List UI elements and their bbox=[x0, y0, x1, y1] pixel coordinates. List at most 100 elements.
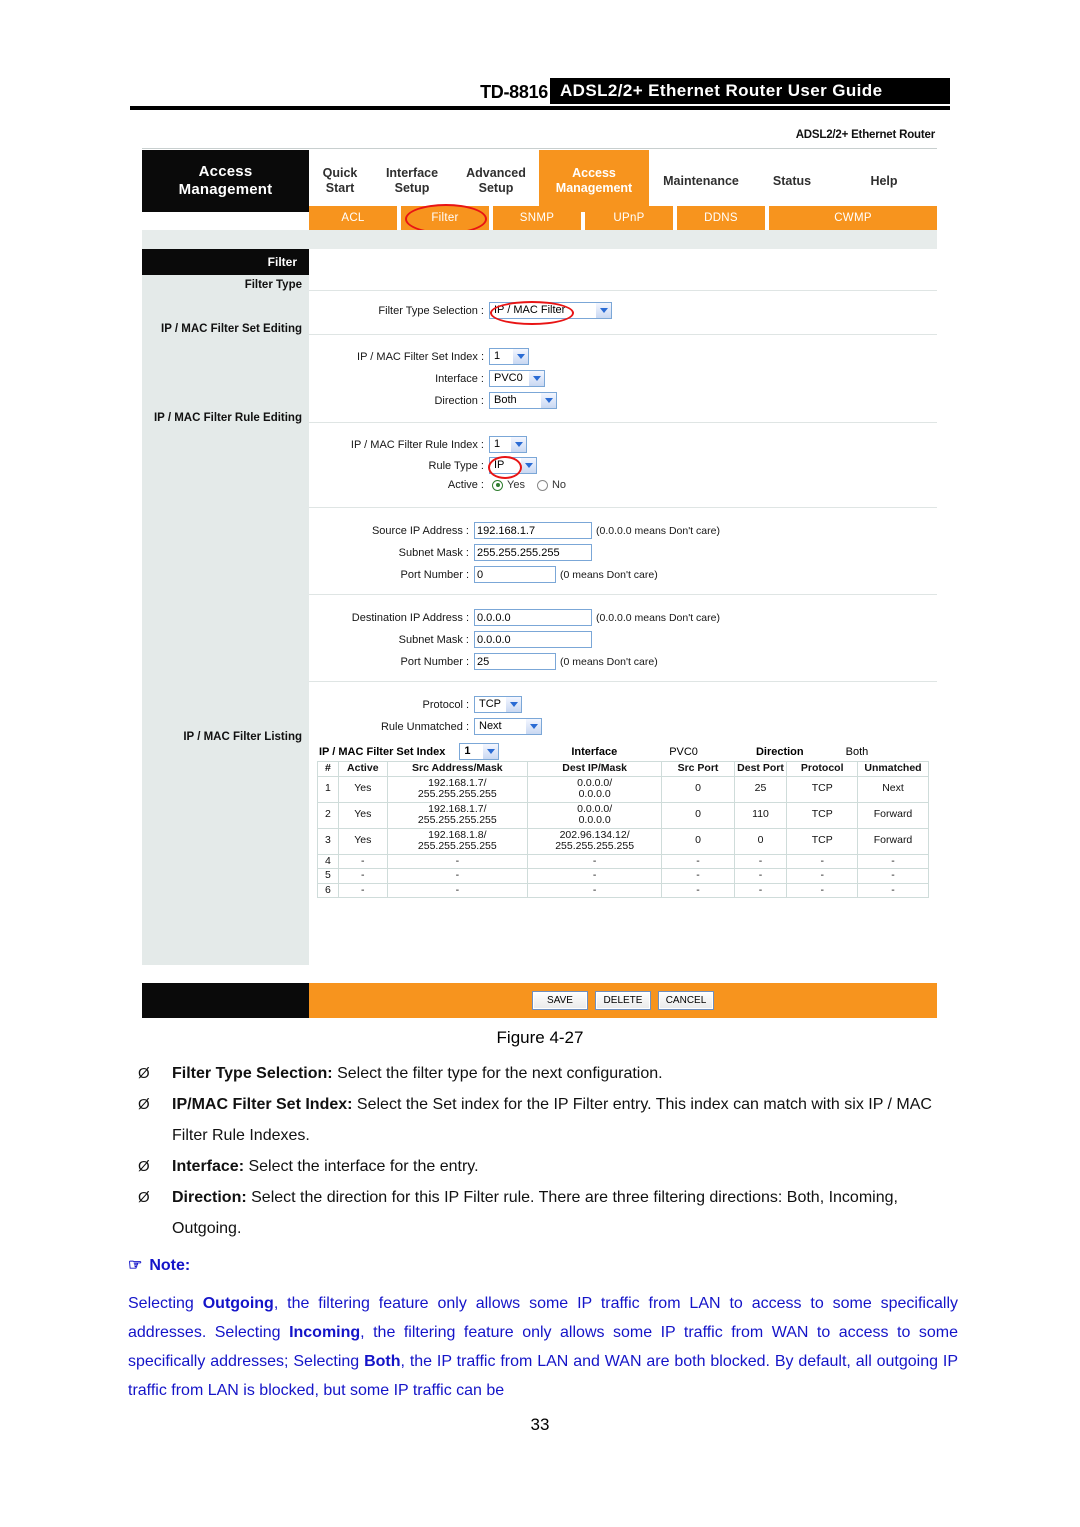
select-set-index-value: 1 bbox=[494, 350, 501, 362]
radio-active-no-label: No bbox=[551, 479, 567, 491]
select-interface[interactable]: PVC0 bbox=[489, 370, 545, 387]
subtab-snmp[interactable]: SNMP bbox=[493, 206, 581, 230]
cell-proto: TCP bbox=[786, 827, 859, 855]
filter-listing-table: # Active Src Address/Mask Dest IP/Mask S… bbox=[317, 761, 929, 898]
cell-proto: - bbox=[786, 868, 859, 884]
tab-advanced-setup[interactable]: Advanced Setup bbox=[453, 150, 539, 212]
select-rule-index[interactable]: 1 bbox=[489, 436, 527, 453]
cell-src: - bbox=[386, 882, 528, 898]
left-label-rule-editing: IP / MAC Filter Rule Editing bbox=[153, 412, 302, 424]
subtab-filter[interactable]: Filter bbox=[401, 206, 489, 230]
radio-active-yes-label: Yes bbox=[507, 479, 525, 491]
row-source-ip: Source IP Address : 192.168.1.7 (0.0.0.0… bbox=[309, 522, 869, 539]
col-dest-port: Dest Port bbox=[733, 761, 788, 777]
ui-footer-black-block bbox=[142, 983, 309, 1018]
ui-nav-row: Access Management Quick Start Interface … bbox=[142, 150, 937, 212]
cell-sport: 0 bbox=[661, 801, 735, 829]
cell-num: 4 bbox=[317, 853, 339, 869]
tab-access-management[interactable]: Access Management bbox=[539, 150, 649, 212]
cell-active: Yes bbox=[337, 775, 388, 803]
cell-active: Yes bbox=[337, 801, 388, 829]
input-dest-port[interactable]: 25 bbox=[474, 653, 556, 670]
cell-sport: 0 bbox=[661, 827, 735, 855]
tab-help[interactable]: Help bbox=[849, 150, 919, 212]
label-rule-unmatched: Rule Unmatched : bbox=[380, 720, 469, 733]
cell-proto: TCP bbox=[786, 801, 859, 829]
select-rule-unmatched-value: Next bbox=[479, 720, 502, 732]
cell-dst: - bbox=[526, 853, 663, 869]
ui-main-nav: Quick Start Interface Setup Advanced Set… bbox=[309, 150, 937, 212]
divider-4 bbox=[309, 507, 937, 508]
input-source-mask[interactable]: 255.255.255.255 bbox=[474, 544, 592, 561]
cell-sport: 0 bbox=[661, 775, 735, 803]
chevron-down-icon bbox=[521, 458, 536, 473]
divider-6 bbox=[309, 681, 937, 682]
select-listing-set-index[interactable]: 1 bbox=[459, 743, 500, 760]
listing-set-index-label: IP / MAC Filter Set Index bbox=[319, 745, 446, 758]
delete-button[interactable]: DELETE bbox=[595, 991, 651, 1010]
select-direction[interactable]: Both bbox=[489, 392, 557, 409]
cell-num: 2 bbox=[317, 801, 339, 829]
listing-interface-value: PVC0 bbox=[669, 745, 698, 758]
radio-active-yes[interactable]: Yes bbox=[492, 479, 525, 491]
table-row: 6 - - - - - - - bbox=[317, 882, 929, 898]
cell-num: 5 bbox=[317, 868, 339, 884]
cell-dst: 0.0.0.0/0.0.0.0 bbox=[526, 801, 663, 829]
label-filter-type-selection: Filter Type Selection : bbox=[378, 304, 484, 317]
table-body: 1 Yes 192.168.1.7/255.255.255.255 0.0.0.… bbox=[317, 775, 929, 898]
cell-dport: 110 bbox=[733, 801, 788, 829]
row-source-port: Port Number : 0 (0 means Don't care) bbox=[309, 566, 869, 583]
pointing-hand-icon: ☞ bbox=[128, 1257, 143, 1274]
ui-body-gap bbox=[142, 230, 937, 249]
cell-dport: 0 bbox=[733, 827, 788, 855]
select-filter-type-selection[interactable]: IP / MAC Filter bbox=[489, 302, 612, 319]
select-interface-value: PVC0 bbox=[494, 372, 523, 384]
bullet-item-direction: Ø Direction: Select the direction for th… bbox=[128, 1182, 958, 1244]
cell-src-line2: 255.255.255.255 bbox=[417, 788, 497, 800]
hint-source-port: (0 means Don't care) bbox=[560, 568, 658, 581]
cell-dport: 25 bbox=[733, 775, 788, 803]
select-set-index[interactable]: 1 bbox=[489, 348, 529, 365]
chevron-down-icon bbox=[541, 393, 556, 408]
tab-maintenance-label: Maintenance bbox=[663, 173, 739, 188]
note-block: ☞ Note: Selecting Outgoing, the filtering… bbox=[128, 1255, 958, 1405]
left-label-listing: IP / MAC Filter Listing bbox=[183, 731, 302, 743]
select-protocol[interactable]: TCP bbox=[474, 696, 522, 713]
subtab-upnp[interactable]: UPnP bbox=[585, 206, 673, 230]
input-dest-ip[interactable]: 0.0.0.0 bbox=[474, 609, 592, 626]
row-dest-mask: Subnet Mask : 0.0.0.0 bbox=[309, 631, 869, 648]
document-page: TD-8816 ADSL2/2+ Ethernet Router User Gu… bbox=[0, 0, 1080, 1527]
label-dest-ip: Destination IP Address : bbox=[351, 611, 469, 624]
select-rule-index-value: 1 bbox=[494, 438, 501, 450]
note-term: Incoming bbox=[289, 1324, 361, 1341]
row-source-mask: Subnet Mask : 255.255.255.255 bbox=[309, 544, 869, 561]
cancel-button[interactable]: CANCEL bbox=[658, 991, 714, 1010]
tab-status[interactable]: Status bbox=[753, 150, 831, 212]
save-button[interactable]: SAVE bbox=[532, 991, 588, 1010]
select-rule-unmatched[interactable]: Next bbox=[474, 718, 542, 735]
tab-interface-setup[interactable]: Interface Setup bbox=[371, 150, 453, 212]
radio-active-no[interactable]: No bbox=[536, 479, 567, 491]
subtab-ddns[interactable]: DDNS bbox=[677, 206, 765, 230]
input-source-ip[interactable]: 192.168.1.7 bbox=[474, 522, 592, 539]
left-label-filter-type: Filter Type bbox=[244, 279, 302, 291]
chevron-down-icon bbox=[526, 719, 541, 734]
cell-active: Yes bbox=[337, 827, 388, 855]
input-source-port[interactable]: 0 bbox=[474, 566, 556, 583]
cell-src: 192.168.1.7/255.255.255.255 bbox=[386, 775, 528, 803]
col-src: Src Address/Mask bbox=[386, 761, 528, 777]
subtab-cwmp[interactable]: CWMP bbox=[769, 206, 937, 230]
input-dest-mask[interactable]: 0.0.0.0 bbox=[474, 631, 592, 648]
select-rule-type[interactable]: IP bbox=[489, 457, 537, 474]
ui-logo: Access Management bbox=[142, 150, 309, 212]
bullet-list: Ø Filter Type Selection: Select the filt… bbox=[128, 1058, 958, 1244]
subtab-acl[interactable]: ACL bbox=[309, 206, 397, 230]
tab-advanced-setup-line1: Advanced bbox=[466, 166, 526, 180]
cell-active: - bbox=[337, 853, 388, 869]
tab-maintenance[interactable]: Maintenance bbox=[649, 150, 753, 212]
note-heading-text: Note: bbox=[149, 1257, 191, 1274]
tab-quick-start[interactable]: Quick Start bbox=[309, 150, 371, 212]
cell-dst: 0.0.0.0/0.0.0.0 bbox=[526, 775, 663, 803]
bullet-item-filter-type-selection: Ø Filter Type Selection: Select the filt… bbox=[128, 1058, 958, 1089]
cell-dport: - bbox=[733, 868, 788, 884]
